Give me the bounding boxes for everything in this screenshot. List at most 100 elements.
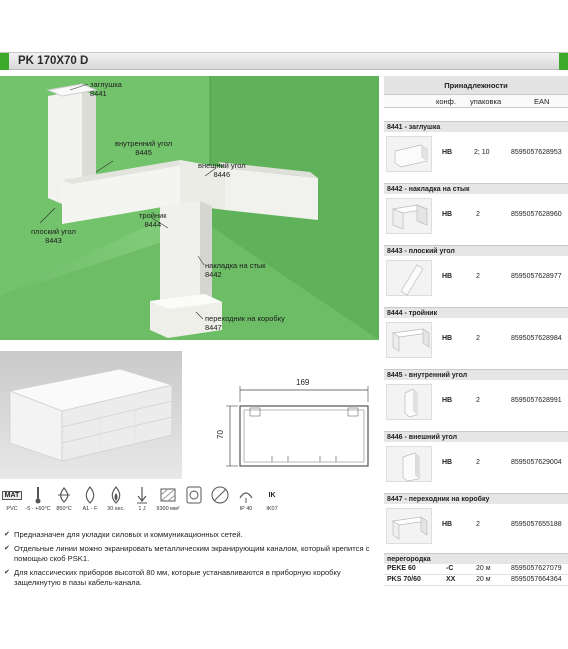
accessory-title: 8446 - внешний угол [384, 431, 568, 442]
accessory-conf: HB [442, 211, 453, 218]
accessory-8443: 8443 - плоский угол HB 2 8595057628977 [384, 245, 568, 300]
cross-section-drawing: 169 70 [215, 378, 378, 477]
accessory-title: 8442 - накладка на стык [384, 183, 568, 194]
icon-label: PVC [6, 506, 18, 512]
feature-list: Предназначен для укладки силовых и комму… [4, 530, 380, 592]
ik-icon: IK IK07 [266, 491, 278, 513]
callout-cap-code: 8441 [90, 89, 107, 98]
icon-label: -5 - +60°C [25, 506, 51, 512]
icon-label: A1 - F [82, 506, 98, 512]
icon-label: 850°C [56, 506, 72, 512]
partition-pack: 20 м [476, 576, 491, 583]
feature-item: Отдельные линии можно экранировать метал… [4, 544, 380, 565]
outer-corner-thumbnail [386, 446, 432, 482]
partition-name: PEKE 60 [387, 565, 416, 572]
callout-inner-corner: внутренний угол 8445 [115, 139, 172, 157]
cap-thumbnail [386, 136, 432, 172]
header-accent-right [559, 53, 568, 70]
box-adapter-thumbnail [386, 508, 432, 544]
callout-inner-corner-name: внутренний угол [115, 139, 173, 148]
icon-label: IK07 [266, 506, 278, 512]
accessory-ean: 8595057628960 [511, 211, 562, 218]
socket-icon [182, 486, 206, 504]
column-ean: EAN [534, 97, 550, 106]
accessory-ean: 8595057628984 [511, 335, 562, 342]
callout-cap: заглушка 8441 [90, 80, 122, 98]
callout-joint-cover: накладка на стык 8442 [205, 261, 266, 279]
impact-icon: 1 J [130, 486, 154, 512]
accessory-conf: HB [442, 149, 453, 156]
icon-label: 9300 мм² [156, 506, 180, 512]
icon-label: IP 40 [239, 506, 253, 512]
cross-section-icon: 9300 мм² [156, 486, 180, 512]
ip-icon: IP 40 [234, 486, 258, 512]
inner-corner-thumbnail [386, 384, 432, 420]
properties-icons: MAT PVC -5 - +60°C 850°C A1 - F 30 sec. … [0, 486, 300, 518]
accessory-pack: 2; 10 [474, 149, 490, 156]
accessory-row: HB 2 8595057628984 [384, 318, 568, 362]
height-dimension: 70 [215, 430, 225, 439]
accessory-8441: 8441 - заглушка HB 2; 10 8595057628953 [384, 121, 568, 176]
accessory-conf: HB [442, 521, 453, 528]
callout-flat-corner-code: 8443 [45, 236, 62, 245]
accessories-title: Принадлежности [384, 76, 568, 95]
callout-tee-code: 8444 [144, 220, 162, 229]
callout-flat-corner-name: плоский угол [31, 227, 76, 236]
callout-cap-name: заглушка [90, 80, 122, 89]
accessory-conf: HB [442, 459, 453, 466]
accessory-row: HB 2 8595057629004 [384, 442, 568, 486]
callout-box-adapter: переходник на коробку 8447 [205, 314, 285, 332]
accessory-conf: HB [442, 273, 453, 280]
accessory-title: 8443 - плоский угол [384, 245, 568, 256]
accessory-row: HB 2 8595057628991 [384, 380, 568, 424]
flat-corner-thumbnail [386, 260, 432, 296]
accessory-8444: 8444 - тройник HB 2 8595057628984 [384, 307, 568, 362]
accessory-pack: 2 [476, 459, 480, 466]
callout-flat-corner: плоский угол 8443 [31, 227, 76, 245]
feature-item: Для классических приборов высотой 80 мм,… [4, 568, 380, 589]
column-pack: упаковка [470, 97, 502, 106]
callout-tee-name: тройник [139, 211, 167, 220]
callout-joint-cover-code: 8442 [205, 270, 222, 279]
accessory-title: 8445 - внутренний угол [384, 369, 568, 380]
accessories-columns: конф. упаковка EAN [384, 95, 568, 108]
tee-thumbnail [386, 322, 432, 358]
partition-conf: XX [446, 576, 456, 583]
column-conf: конф. [436, 97, 456, 106]
accessory-row: HB 2 8595057628960 [384, 194, 568, 238]
icon-label: 1 J [138, 506, 146, 512]
accessory-title: 8447 - переходник на коробку [384, 493, 568, 504]
partition-pack: 20 м [476, 565, 491, 572]
callout-outer-corner-code: 8446 [213, 170, 231, 179]
fire-time-icon: 30 sec. [104, 486, 128, 512]
callout-tee: тройник 8444 [139, 211, 167, 229]
callout-inner-corner-code: 8445 [135, 148, 152, 157]
thermometer-icon: -5 - +60°C [25, 486, 51, 512]
accessory-ean: 8595057655188 [511, 521, 562, 528]
accessory-pack: 2 [476, 335, 480, 342]
mat-icon: MAT PVC [0, 486, 24, 512]
profile-photo [0, 351, 182, 479]
accessory-pack: 2 [476, 273, 480, 280]
page-header: PK 170X70 D [0, 52, 568, 70]
accessory-row: HB 2 8595057655188 [384, 504, 568, 548]
accessory-8442: 8442 - накладка на стык HB 2 85950576289… [384, 183, 568, 238]
callout-box-adapter-code: 8447 [205, 323, 222, 332]
accessory-8446: 8446 - внешний угол HB 2 8595057629004 [384, 431, 568, 486]
accessory-conf: HB [442, 397, 453, 404]
accessory-ean: 8595057628953 [511, 149, 562, 156]
accessory-row: HB 2; 10 8595057628953 [384, 132, 568, 176]
partition-ean: 8595057664364 [511, 576, 562, 583]
callout-joint-cover-name: накладка на стык [205, 261, 266, 270]
accessory-title: 8441 - заглушка [384, 121, 568, 132]
accessory-pack: 2 [476, 211, 480, 218]
joint-cover-thumbnail [386, 198, 432, 234]
partition-conf: -C [446, 565, 454, 572]
callout-box-adapter-name: переходник на коробку [205, 314, 285, 323]
accessory-ean: 8595057629004 [511, 459, 562, 466]
product-title: PK 170X70 D [18, 55, 89, 67]
accessories-table: Принадлежности конф. упаковка EAN [384, 76, 568, 108]
callout-outer-corner-name: внешний угол [198, 161, 246, 170]
partition-name: PKS 70/60 [387, 576, 421, 583]
accessory-pack: 2 [476, 521, 480, 528]
